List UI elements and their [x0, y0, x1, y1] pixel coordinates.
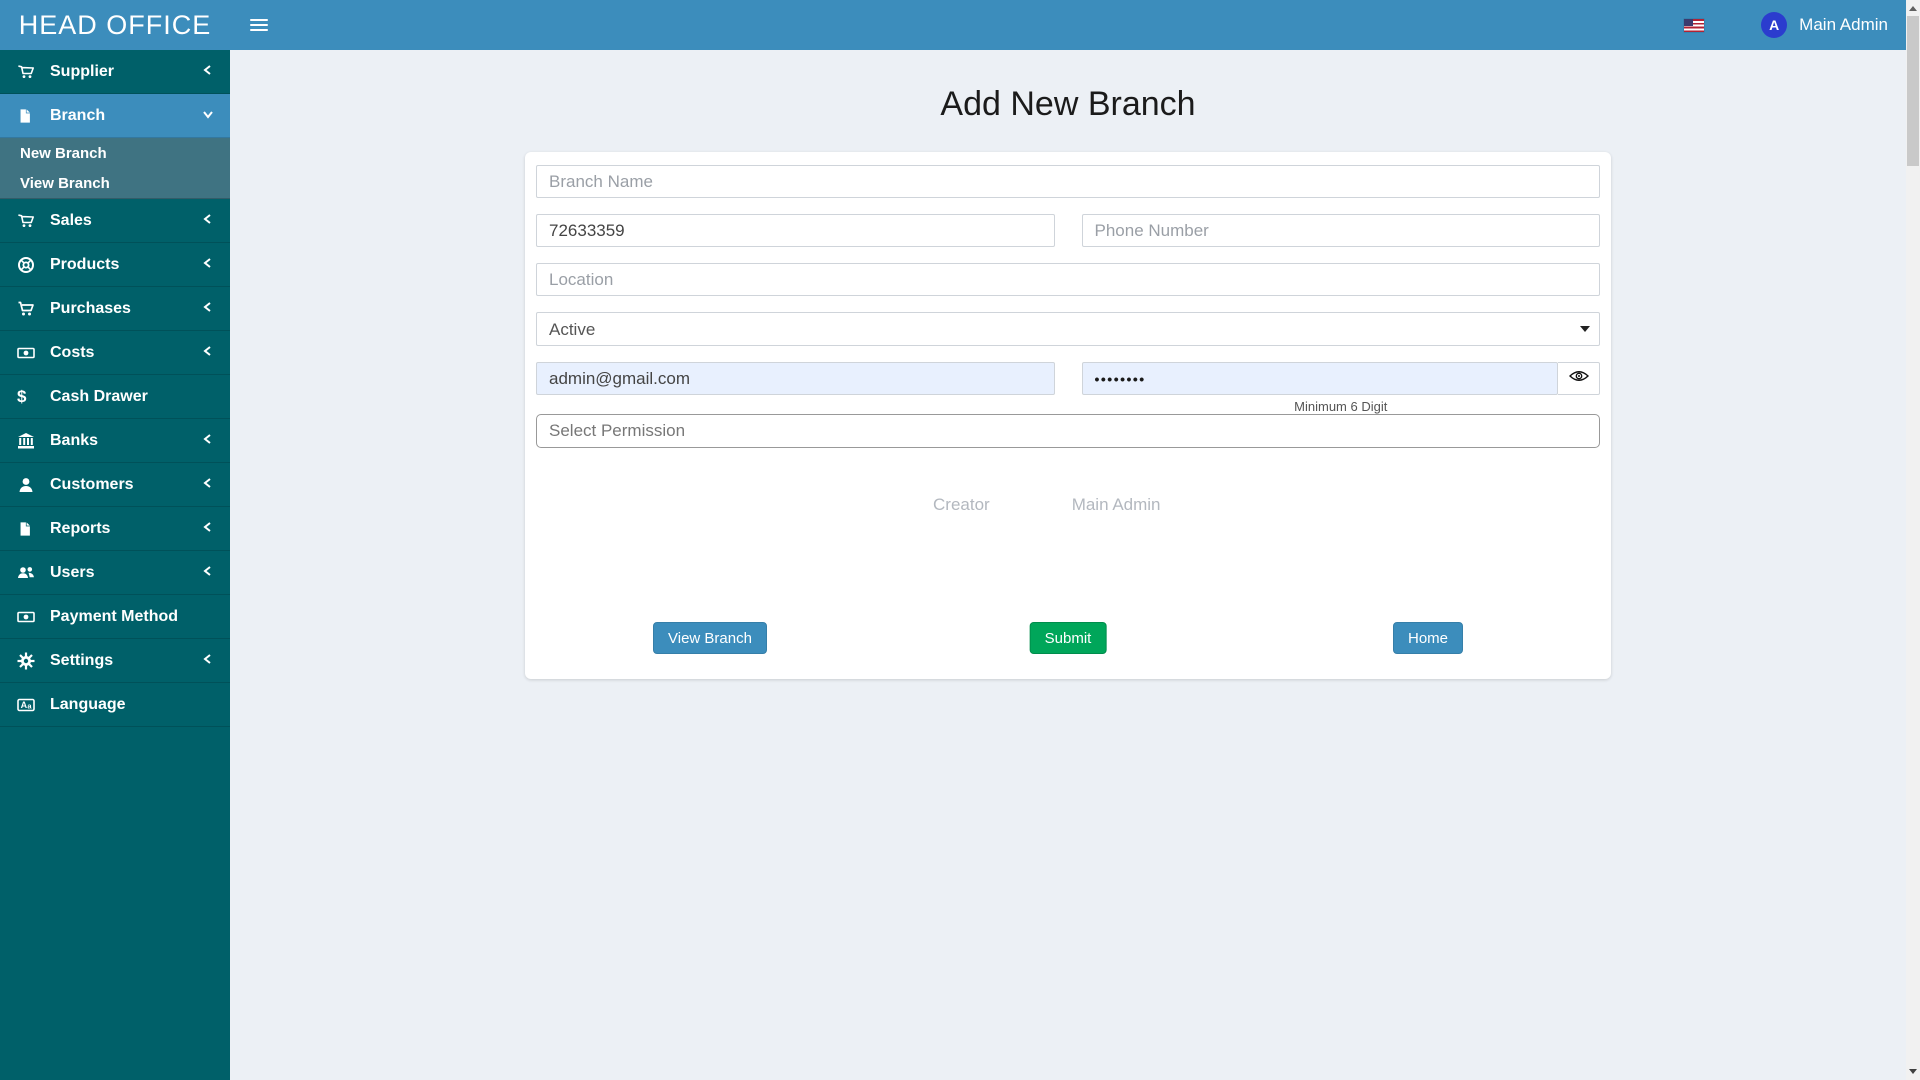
- svg-text:a: a: [27, 701, 32, 710]
- sidebar-item-cash-drawer[interactable]: $ Cash Drawer: [0, 375, 230, 419]
- creator-label: Creator: [933, 495, 990, 514]
- email-input[interactable]: [536, 362, 1055, 395]
- chevron-down-icon: [202, 107, 214, 125]
- phone-number-input[interactable]: [1081, 214, 1600, 247]
- sidebar-item-label: Products: [50, 255, 120, 273]
- dollar-icon: $: [17, 386, 27, 406]
- sidebar-item-settings[interactable]: Settings: [0, 639, 230, 683]
- chevron-left-icon: [202, 564, 214, 582]
- money-icon: [17, 608, 41, 626]
- brand-title: HEAD OFFICE: [0, 0, 230, 50]
- creator-row: Creator Main Admin: [536, 495, 1600, 515]
- main-content: Add New Branch Active: [230, 50, 1906, 1080]
- sidebar-item-products[interactable]: Products: [0, 243, 230, 287]
- chevron-left-icon: [202, 476, 214, 494]
- money-icon: [17, 344, 41, 362]
- sidebar-subitem-new-branch[interactable]: New Branch: [0, 138, 230, 168]
- chevron-left-icon: [202, 344, 214, 362]
- vertical-scrollbar[interactable]: [1906, 0, 1920, 1080]
- sidebar: HEAD OFFICE Supplier Branch New Branch V…: [0, 0, 230, 1080]
- permission-select[interactable]: Select Permission: [536, 414, 1600, 448]
- avatar[interactable]: A: [1761, 12, 1788, 38]
- add-branch-form-card: Active Minimum 6 Digit Selec: [525, 152, 1611, 679]
- sidebar-item-label: Sales: [50, 211, 92, 229]
- sidebar-item-language[interactable]: Aa Language: [0, 683, 230, 727]
- sidebar-item-supplier[interactable]: Supplier: [0, 50, 230, 94]
- sidebar-item-label: Supplier: [50, 62, 115, 80]
- users-icon: [17, 564, 41, 582]
- chevron-left-icon: [202, 212, 214, 230]
- sidebar-menu: Supplier Branch New Branch View Branch S…: [0, 50, 230, 727]
- lifering-icon: [17, 256, 41, 274]
- creator-value: Main Admin: [1071, 495, 1161, 514]
- sidebar-item-reports[interactable]: Reports: [0, 507, 230, 551]
- chevron-left-icon: [202, 652, 214, 670]
- chevron-left-icon: [202, 300, 214, 318]
- cart-icon: [17, 63, 41, 81]
- sidebar-item-customers[interactable]: Customers: [0, 463, 230, 507]
- sidebar-item-label: Branch: [50, 106, 106, 124]
- sidebar-item-payment-method[interactable]: Payment Method: [0, 595, 230, 639]
- bank-icon: [17, 432, 41, 450]
- sidebar-item-label: Language: [50, 695, 126, 713]
- chevron-left-icon: [202, 520, 214, 538]
- sidebar-item-sales[interactable]: Sales: [0, 199, 230, 243]
- subitem-label: New Branch: [20, 144, 107, 162]
- user-icon: [17, 476, 41, 494]
- sidebar-item-label: Reports: [50, 519, 111, 537]
- password-hint: Minimum 6 Digit: [1294, 399, 1388, 414]
- subitem-label: View Branch: [20, 174, 110, 192]
- menu-icon[interactable]: [236, 0, 282, 50]
- sidebar-item-users[interactable]: Users: [0, 551, 230, 595]
- sidebar-item-label: Users: [50, 563, 95, 581]
- sidebar-item-costs[interactable]: Costs: [0, 331, 230, 375]
- sidebar-item-label: Payment Method: [50, 607, 179, 625]
- location-input[interactable]: [536, 263, 1600, 296]
- gear-icon: [17, 652, 41, 670]
- sidebar-item-branch[interactable]: Branch: [0, 94, 230, 138]
- shopping-cart-icon: [17, 300, 41, 318]
- scroll-down-arrow-icon[interactable]: [1909, 1069, 1917, 1074]
- sidebar-item-purchases[interactable]: Purchases: [0, 287, 230, 331]
- user-name[interactable]: Main Admin: [1799, 15, 1888, 35]
- sidebar-item-label: Cash Drawer: [50, 387, 148, 405]
- us-flag-icon[interactable]: [1684, 18, 1705, 32]
- file-icon: [17, 520, 41, 538]
- sidebar-item-label: Purchases: [50, 299, 131, 317]
- file-icon: [17, 107, 41, 125]
- cart-icon: [17, 212, 41, 230]
- chevron-left-icon: [202, 432, 214, 450]
- sidebar-item-banks[interactable]: Banks: [0, 419, 230, 463]
- sidebar-item-label: Banks: [50, 431, 99, 449]
- submit-button[interactable]: Submit: [1029, 622, 1107, 654]
- home-button[interactable]: Home: [1392, 622, 1463, 654]
- branch-name-input[interactable]: [536, 165, 1600, 198]
- toggle-password-button[interactable]: [1558, 362, 1600, 395]
- sidebar-item-label: Customers: [50, 475, 134, 493]
- branch-submenu: New Branch View Branch: [0, 138, 230, 199]
- sidebar-item-label: Costs: [50, 343, 95, 361]
- language-icon: Aa: [17, 696, 41, 714]
- top-navbar: A Main Admin: [230, 0, 1906, 50]
- sidebar-item-label: Settings: [50, 651, 114, 669]
- scroll-up-arrow-icon[interactable]: [1909, 6, 1917, 11]
- branch-code-input[interactable]: [536, 214, 1055, 247]
- chevron-left-icon: [202, 63, 214, 81]
- chevron-left-icon: [202, 256, 214, 274]
- page-title: Add New Branch: [940, 85, 1196, 123]
- sidebar-subitem-view-branch[interactable]: View Branch: [0, 168, 230, 198]
- status-select[interactable]: Active: [536, 312, 1600, 346]
- eye-icon: [1568, 369, 1589, 388]
- password-input[interactable]: [1081, 362, 1558, 395]
- view-branch-button[interactable]: View Branch: [653, 622, 767, 654]
- scrollbar-thumb[interactable]: [1907, 16, 1919, 166]
